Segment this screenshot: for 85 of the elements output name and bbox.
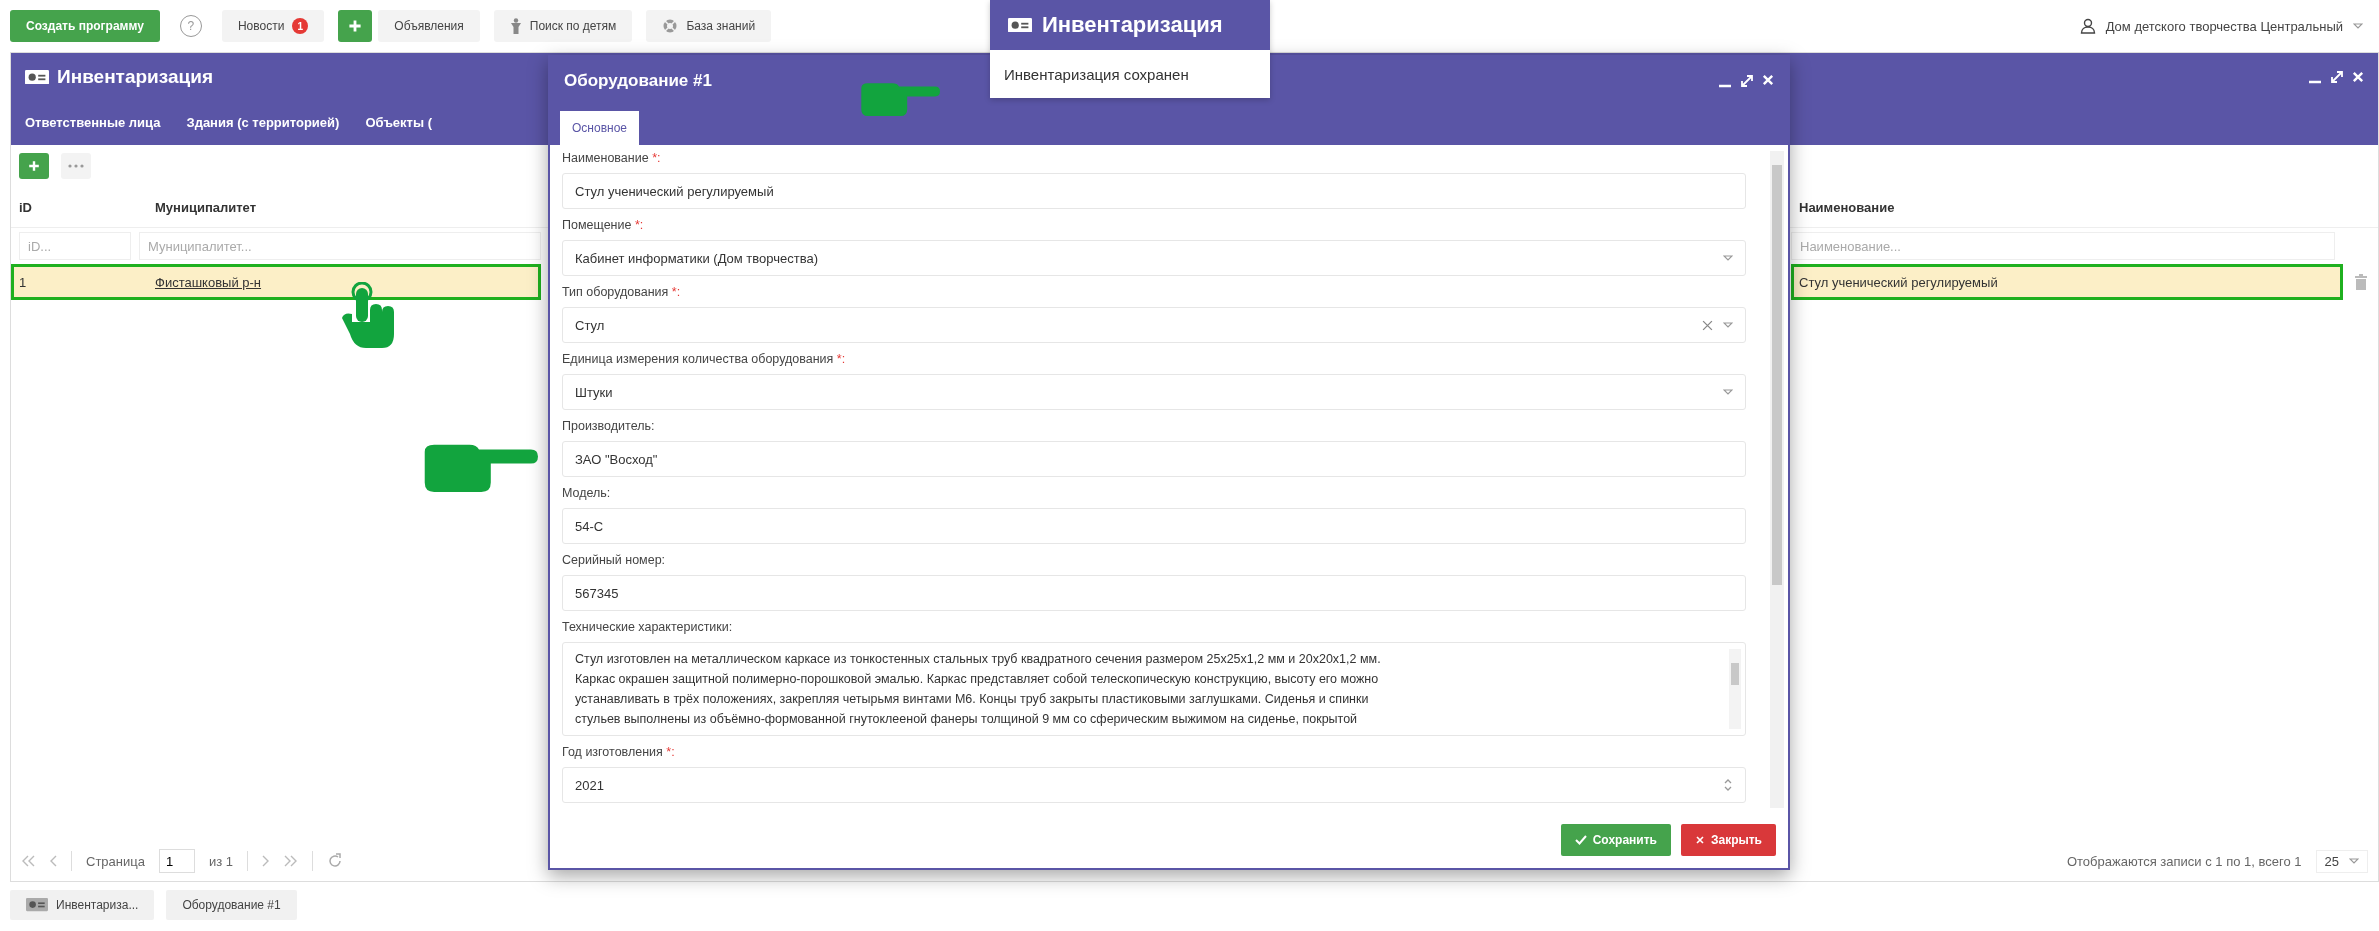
caret-icon	[1723, 255, 1733, 261]
page-count: из 1	[208, 853, 233, 869]
id-card-icon	[26, 898, 48, 912]
plus-icon	[28, 160, 40, 172]
field-label: Серийный номер:	[562, 553, 667, 567]
table-row[interactable]: 1 Фисташковый р-н	[11, 264, 541, 300]
first-page-icon[interactable]	[21, 855, 35, 867]
caret-icon	[2349, 858, 2359, 864]
field-label: Производитель:	[562, 419, 656, 433]
table-cell-text: 1	[18, 274, 28, 290]
trash-icon[interactable]	[2353, 274, 2368, 290]
count-badge: 1	[292, 18, 309, 34]
input-field[interactable]: 567345	[562, 575, 1746, 611]
tab[interactable]: Объекты (	[365, 108, 432, 138]
last-page-icon[interactable]	[284, 855, 298, 867]
child-search-button[interactable]: Поиск по детям	[493, 10, 633, 42]
add-button[interactable]	[19, 153, 49, 179]
close-icon	[1694, 835, 1705, 845]
pointing-hand-icon	[858, 80, 940, 117]
input-field[interactable]: Стул ученический регулируемый	[562, 173, 1746, 209]
person-icon	[2079, 18, 2096, 34]
field-label: Модель:	[562, 486, 612, 500]
page-label: Страница	[86, 853, 145, 869]
maximize-icon[interactable]	[1740, 74, 1754, 88]
tab[interactable]: Здания (с территорией)	[186, 108, 340, 138]
refresh-icon[interactable]	[327, 853, 343, 869]
next-page-icon[interactable]	[262, 855, 270, 867]
maximize-icon[interactable]	[2330, 70, 2344, 84]
notification-message: Инвентаризация сохранен	[990, 50, 1270, 98]
scrollbar[interactable]	[1729, 649, 1741, 729]
column-header: iD	[18, 199, 33, 215]
announcements-button[interactable]: Объявления	[378, 10, 480, 42]
caret-icon	[2353, 23, 2363, 29]
filter-field[interactable]: Муниципалитет...	[139, 232, 541, 260]
close-button[interactable]: Закрыть	[1680, 824, 1776, 856]
spinner-icon[interactable]	[1723, 778, 1733, 792]
table-row[interactable]: Стул ученический регулируемый	[1791, 264, 2343, 300]
text-area[interactable]: Стул изготовлен на металлическом каркасе из тонкостенных стальных труб квадратного сечения размером 25x25x1,2 мм и 20x20x1,2 мм. Каркас окрашен защитной полимерно-порошковой эмалью. Каркас представляет собой телескопическую конструкцию, высоту его можно устанавливать в трёх положениях, закрепляя четырьмя винтами М6. Концы труб закрыты пластиковыми заглушками. Сиденья и спинки стульев выполнены из объёмно-формованной гнутоклееной фанеры толщиной 9 мм со сферическим выжимом на сиденье, покрытой	[562, 642, 1746, 736]
caret-icon	[1723, 322, 1733, 328]
scrollbar[interactable]	[1770, 151, 1784, 808]
column-header: Наименование	[1798, 199, 1896, 215]
close-icon[interactable]	[1762, 74, 1774, 86]
close-icon[interactable]	[2352, 71, 2364, 83]
input-field[interactable]: 54-С	[562, 508, 1746, 544]
table-cell-text: Стул ученический регулируемый	[1798, 274, 1999, 290]
field-label: Год изготовления *:	[562, 745, 676, 759]
select-field[interactable]: Кабинет информатики (Дом творчества)	[562, 240, 1746, 276]
caret-icon	[1723, 389, 1733, 395]
notification-title: Инвентаризация	[1042, 12, 1223, 38]
user-name[interactable]: Дом детского творчества Центральный	[2105, 18, 2343, 34]
dialog-title: Оборудование #1	[564, 71, 712, 91]
more-icon	[68, 164, 84, 168]
select-field[interactable]: Стул	[562, 307, 1746, 343]
id-card-icon	[1008, 17, 1032, 33]
number-field[interactable]: 2021	[562, 767, 1746, 803]
child-figure-icon	[509, 18, 522, 34]
news-button[interactable]: Новости 1	[221, 10, 325, 42]
id-card-icon	[25, 69, 49, 85]
filter-field[interactable]: iD...	[19, 232, 131, 260]
field-label: Помещение *:	[562, 218, 645, 232]
page-size-select[interactable]: 25	[2315, 849, 2368, 873]
more-button[interactable]	[61, 153, 91, 179]
plus-icon	[348, 19, 363, 33]
window-title: Инвентаризация	[57, 66, 213, 88]
column-header: Муниципалитет	[154, 199, 257, 215]
filter-field[interactable]: Наименование...	[1791, 232, 2335, 260]
field-label: Единица измерения количества оборудования *:	[562, 352, 847, 366]
add-button[interactable]	[338, 10, 373, 42]
tab[interactable]: Основное	[560, 111, 639, 145]
check-icon	[1574, 835, 1587, 845]
select-field[interactable]: Штуки	[562, 374, 1746, 410]
field-label: Технические характеристики:	[562, 620, 734, 634]
input-field[interactable]: ЗАО "Восход"	[562, 441, 1746, 477]
page-field[interactable]: 1	[158, 849, 195, 873]
field-label: Наименование *:	[562, 151, 662, 165]
field-label: Тип оборудования *:	[562, 285, 682, 299]
table-cell[interactable]: Фисташковый р-н	[147, 274, 270, 290]
previous-page-icon[interactable]	[49, 855, 57, 867]
taskbar-item[interactable]: Инвентариза...	[10, 890, 155, 920]
knowledge-base-button[interactable]: База знаний	[646, 10, 772, 42]
taskbar-item[interactable]: Оборудование #1	[166, 890, 297, 920]
lifebuoy-icon	[662, 18, 679, 34]
clear-icon[interactable]	[1702, 319, 1713, 331]
tab[interactable]: Ответственные лица	[25, 108, 161, 138]
records-summary: Отображаются записи с 1 по 1, всего 1	[2066, 853, 2302, 869]
